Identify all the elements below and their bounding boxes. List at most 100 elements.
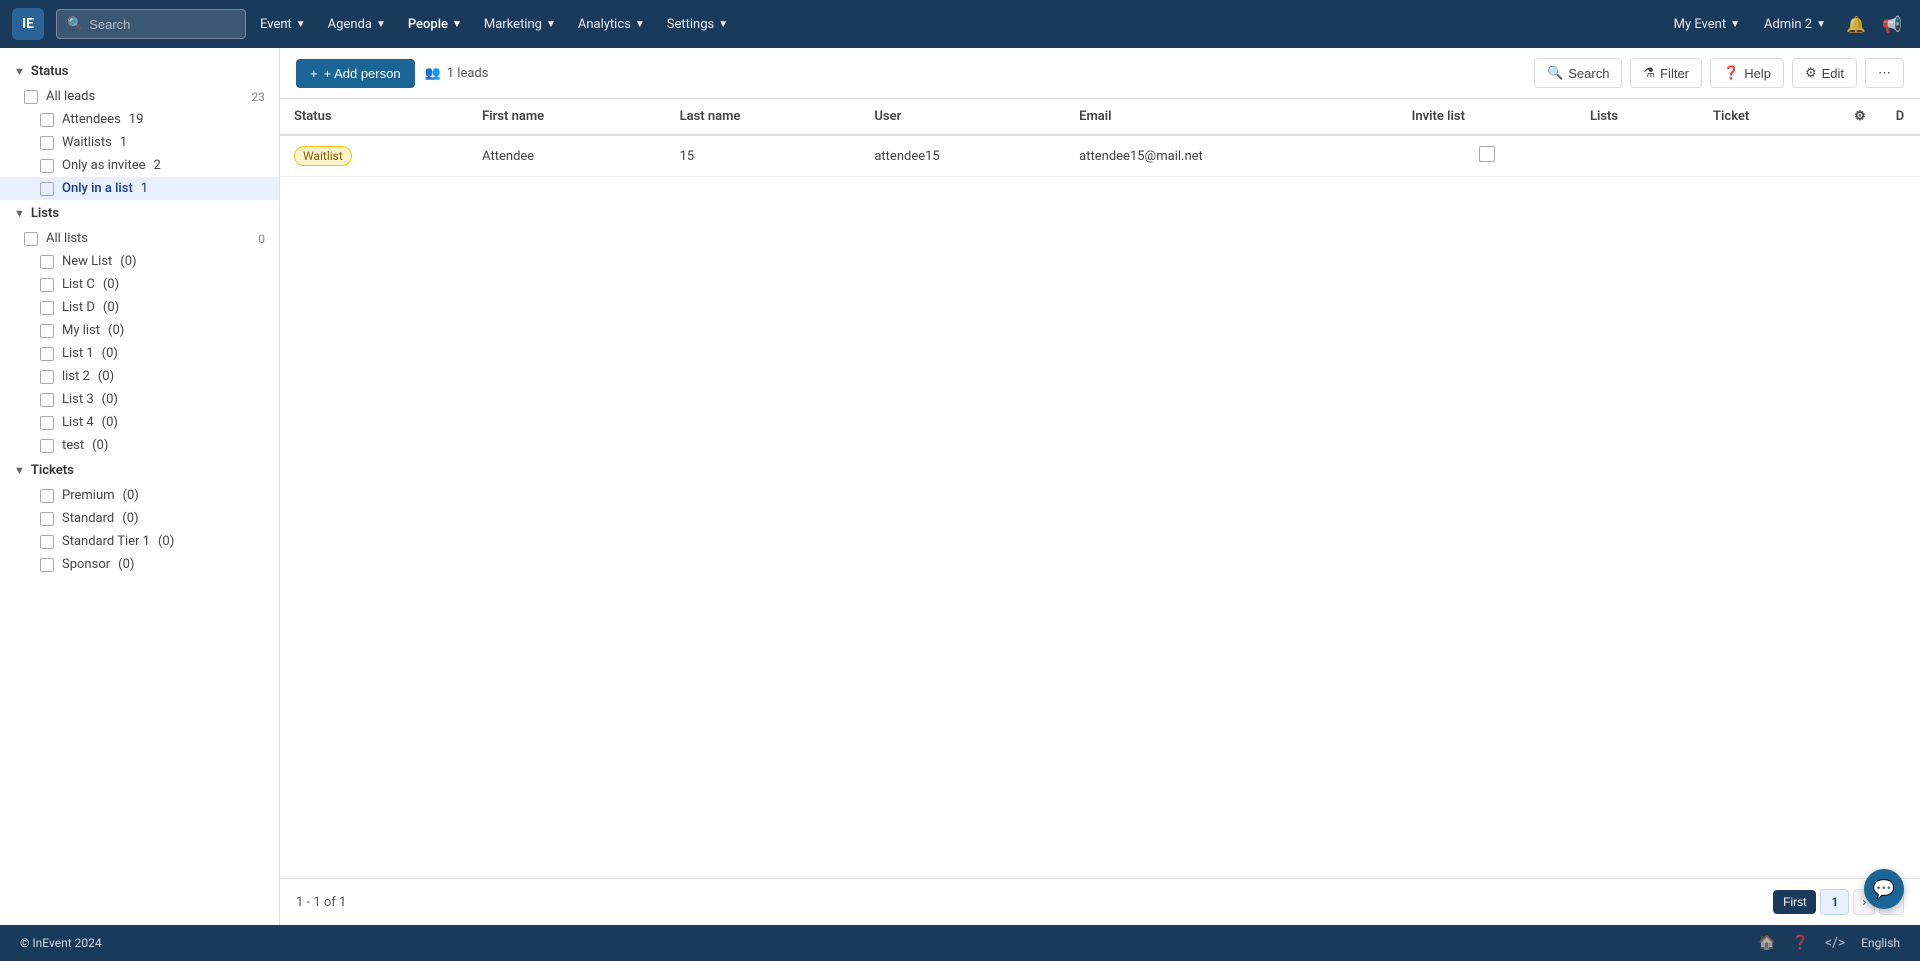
checkbox-icon[interactable]: [40, 558, 54, 572]
sidebar-item-standard-tier-1[interactable]: Standard Tier 1(0): [0, 530, 279, 553]
item-count: (0): [103, 277, 119, 292]
language-label[interactable]: English: [1861, 936, 1900, 950]
item-count: (0): [103, 300, 119, 315]
chevron-down-icon: ▼: [376, 19, 386, 30]
checkbox-icon[interactable]: [40, 324, 54, 338]
checkbox-icon[interactable]: [40, 182, 54, 196]
cell-lists: [1576, 135, 1699, 177]
nav-item-people[interactable]: People▼: [398, 11, 472, 38]
table-body: Waitlist Attendee 15 attendee15 attendee…: [280, 135, 1920, 177]
col-settings[interactable]: ⚙: [1840, 99, 1880, 135]
nav-menu: Event▼Agenda▼People▼ Marketing ▼ Analytics▼…: [250, 11, 738, 38]
checkbox-icon[interactable]: [40, 136, 54, 150]
sidebar-section-lists[interactable]: ▼Lists: [0, 200, 279, 227]
cell-email: attendee15@mail.net: [1065, 135, 1397, 177]
checkbox-icon[interactable]: [40, 535, 54, 549]
copyright-text: © InEvent 2024: [20, 936, 102, 950]
sidebar-item-only-as-invitee[interactable]: Only as invitee2: [0, 154, 279, 177]
checkbox-icon[interactable]: [24, 232, 38, 246]
edit-button[interactable]: ⚙ Edit: [1792, 58, 1857, 88]
sidebar-item-list-1[interactable]: List 1(0): [0, 342, 279, 365]
sidebar-item-list-d[interactable]: List D (0): [0, 296, 279, 319]
sidebar-item-new-list[interactable]: New List(0): [0, 250, 279, 273]
navbar-search[interactable]: 🔍: [56, 9, 246, 39]
checkbox-icon[interactable]: [40, 512, 54, 526]
search-icon: 🔍: [1547, 65, 1563, 81]
chevron-down-icon: ▼: [546, 19, 556, 30]
checkbox-icon[interactable]: [40, 113, 54, 127]
nav-item-analytics[interactable]: Analytics▼: [568, 11, 655, 38]
notifications-icon[interactable]: 🔔: [1840, 8, 1872, 40]
item-count: (0): [118, 557, 134, 572]
admin-menu[interactable]: Admin 2 ▼: [1754, 11, 1836, 38]
sidebar-item-all-lists[interactable]: All lists0: [0, 227, 279, 250]
nav-label: Marketing: [484, 17, 542, 32]
nav-label: Settings: [667, 17, 714, 32]
code-icon[interactable]: </>: [1825, 935, 1845, 951]
navbar-right: My Event ▼ Admin 2 ▼ 🔔 📢: [1664, 8, 1908, 40]
help-button[interactable]: ❓ Help: [1710, 58, 1784, 88]
sidebar-item-list-4[interactable]: List 4(0): [0, 411, 279, 434]
app-logo[interactable]: IE: [12, 8, 44, 40]
chevron-down-icon: ▼: [718, 19, 728, 30]
question-icon[interactable]: ❓: [1792, 935, 1809, 951]
my-event-menu[interactable]: My Event ▼: [1664, 11, 1750, 38]
checkbox-icon[interactable]: [40, 255, 54, 269]
checkbox-icon[interactable]: [40, 416, 54, 430]
nav-item-marketing[interactable]: Marketing ▼: [474, 11, 566, 38]
sidebar-item-list-2[interactable]: list 2(0): [0, 365, 279, 388]
more-button[interactable]: ⋯: [1865, 58, 1904, 88]
nav-item-agenda[interactable]: Agenda▼: [318, 11, 396, 38]
alerts-icon[interactable]: 📢: [1876, 8, 1908, 40]
search-button[interactable]: 🔍 Search: [1534, 58, 1622, 88]
checkbox-icon[interactable]: [40, 439, 54, 453]
sidebar-item-all-leads[interactable]: All leads23: [0, 85, 279, 108]
table-row[interactable]: Waitlist Attendee 15 attendee15 attendee…: [280, 135, 1920, 177]
sidebar-item-test[interactable]: test(0): [0, 434, 279, 457]
gear-icon: ⚙: [1805, 65, 1817, 81]
item-label: New List: [62, 254, 112, 269]
sidebar-section-status[interactable]: ▼Status: [0, 58, 279, 85]
home-icon[interactable]: 🏠: [1758, 935, 1775, 951]
item-count: (0): [108, 323, 124, 338]
checkbox-icon[interactable]: [40, 489, 54, 503]
add-person-button[interactable]: + + Add person: [296, 59, 415, 88]
sidebar-item-waitlists[interactable]: Waitlists1: [0, 131, 279, 154]
search-input[interactable]: [89, 17, 235, 32]
checkbox-icon[interactable]: [40, 159, 54, 173]
filter-button[interactable]: ⚗ Filter: [1630, 58, 1702, 88]
content-area: + + Add person 👥 1 leads 🔍 Search ⚗ Filt…: [280, 48, 1920, 925]
item-count: 1: [141, 181, 148, 196]
nav-item-settings[interactable]: Settings ▼: [657, 11, 738, 38]
sidebar-item-attendees[interactable]: Attendees19: [0, 108, 279, 131]
sidebar-item-my-list[interactable]: My list(0): [0, 319, 279, 342]
sidebar-item-list-3[interactable]: List 3(0): [0, 388, 279, 411]
checkbox-icon[interactable]: [40, 370, 54, 384]
nav-item-event[interactable]: Event▼: [250, 11, 316, 38]
chat-button[interactable]: 💬: [1864, 869, 1904, 909]
sidebar-item-sponsor[interactable]: Sponsor (0): [0, 553, 279, 576]
checkbox-icon[interactable]: [40, 393, 54, 407]
item-label: List D: [62, 300, 95, 315]
leads-badge: 👥 1 leads: [425, 66, 489, 81]
cell-ticket: [1699, 135, 1840, 177]
sidebar-item-standard[interactable]: Standard(0): [0, 507, 279, 530]
sidebar-item-list-c[interactable]: List C (0): [0, 273, 279, 296]
checkbox-icon[interactable]: [40, 347, 54, 361]
item-label: Waitlists: [62, 135, 112, 150]
chevron-down-icon: ▼: [14, 65, 25, 78]
cell-invite-list[interactable]: [1398, 135, 1576, 177]
sidebar-item-premium[interactable]: Premium(0): [0, 484, 279, 507]
first-page-button[interactable]: First: [1773, 890, 1816, 914]
item-count: (0): [98, 369, 114, 384]
invite-checkbox[interactable]: [1479, 146, 1495, 162]
item-label: List C: [62, 277, 95, 292]
item-label: Standard Tier 1: [62, 534, 150, 549]
sidebar-section-tickets[interactable]: ▼Tickets: [0, 457, 279, 484]
item-label: Sponsor: [62, 557, 110, 572]
checkbox-icon[interactable]: [24, 90, 38, 104]
item-label: All leads: [46, 89, 244, 104]
sidebar-item-only-in-a-list[interactable]: Only in a list1: [0, 177, 279, 200]
checkbox-icon[interactable]: [40, 278, 54, 292]
checkbox-icon[interactable]: [40, 301, 54, 315]
